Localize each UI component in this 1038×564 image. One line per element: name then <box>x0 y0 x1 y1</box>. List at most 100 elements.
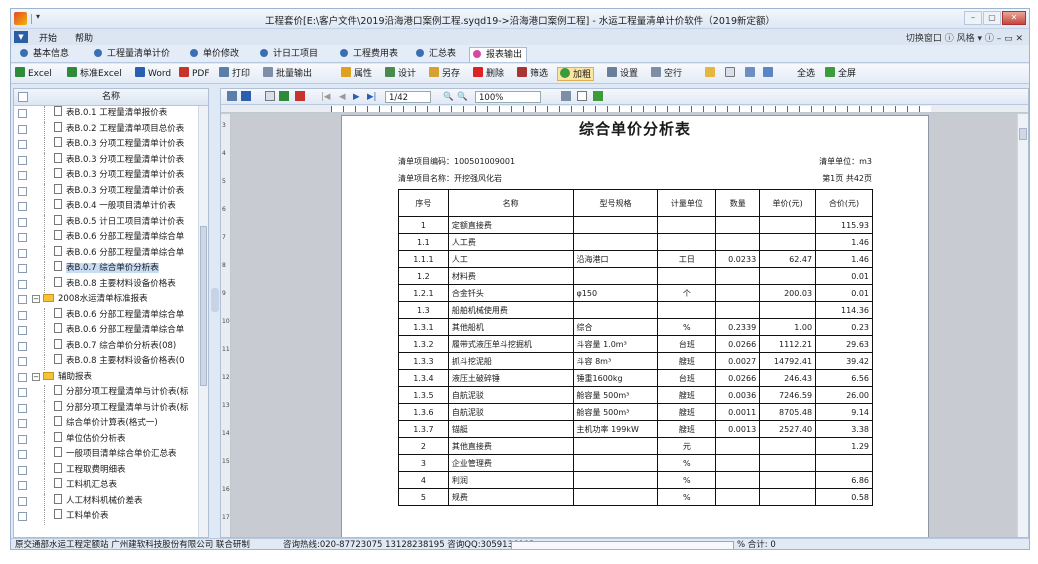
close-button[interactable]: ✕ <box>1002 11 1026 25</box>
bold-button[interactable]: 加粗 <box>557 67 595 81</box>
tree-item[interactable]: 表B.0.6 分部工程量清单综合单 <box>14 323 208 339</box>
item-checkbox[interactable] <box>18 465 27 475</box>
tree-item[interactable]: 表B.0.7 综合单价分析表 <box>14 261 208 277</box>
settings-button[interactable]: 设置 <box>607 67 638 81</box>
tab-cost-table[interactable]: 工程费用表 <box>337 47 402 62</box>
properties-button[interactable]: 属性 <box>341 67 372 81</box>
item-checkbox[interactable] <box>18 264 27 273</box>
tree-item[interactable]: 表B.0.6 分部工程量清单综合单 <box>14 230 208 246</box>
book-icon[interactable] <box>241 91 251 101</box>
window-options[interactable]: 切换窗口 ⓘ 风格 ▾ ⓘ – ▭ ✕ <box>906 31 1023 44</box>
item-checkbox[interactable] <box>18 171 27 180</box>
item-checkbox[interactable] <box>18 109 27 118</box>
preview-scrollbar[interactable] <box>1017 114 1028 537</box>
layout-icon[interactable] <box>561 91 571 101</box>
collapse-icon[interactable]: − <box>32 295 40 303</box>
delete-button[interactable]: 删除 <box>473 67 504 81</box>
tree-folder[interactable]: − 辅助报表 <box>14 370 208 386</box>
tab-basic-info[interactable]: 基本信息 <box>17 47 73 62</box>
item-checkbox[interactable] <box>18 155 27 165</box>
item-checkbox[interactable] <box>18 357 27 366</box>
tree-item[interactable]: 表B.0.3 分项工程量清单计价表 <box>14 183 208 200</box>
tree-item[interactable]: 表B.0.6 分部工程量清单综合单 <box>14 307 208 324</box>
scroll-thumb[interactable] <box>1019 128 1027 140</box>
tree-item[interactable]: 表B.0.3 分项工程量清单计价表 <box>14 152 208 169</box>
new-doc-icon[interactable] <box>725 67 738 81</box>
tree-item[interactable]: 表B.0.2 工程量清单项目总价表 <box>14 121 208 138</box>
batch-output-button[interactable]: 批量输出 <box>263 67 312 81</box>
item-checkbox[interactable] <box>18 217 27 227</box>
collapse-icon[interactable]: − <box>32 372 40 381</box>
item-checkbox[interactable] <box>18 388 27 397</box>
tab-report-output[interactable]: 报表输出 <box>469 47 528 62</box>
tree-item[interactable]: 工料机汇总表 <box>14 478 208 494</box>
zoom-in-icon[interactable]: 🔍 <box>443 91 454 103</box>
minimize-button[interactable]: – <box>964 11 982 25</box>
tree-item[interactable]: 工料单价表 <box>14 509 208 525</box>
item-checkbox[interactable] <box>18 295 27 304</box>
menu-start[interactable]: 开始 <box>39 31 57 44</box>
folder-icon[interactable] <box>705 67 718 81</box>
tree-item[interactable]: 表B.0.3 分项工程量清单计价表 <box>14 168 208 184</box>
item-checkbox[interactable] <box>18 186 27 196</box>
item-checkbox[interactable] <box>18 434 27 444</box>
fullscreen-button[interactable]: 全屏 <box>825 67 856 81</box>
item-checkbox[interactable] <box>18 419 27 428</box>
tab-bill-pricing[interactable]: 工程量清单计价 <box>91 47 174 62</box>
item-checkbox[interactable] <box>18 326 27 335</box>
item-checkbox[interactable] <box>18 496 27 506</box>
item-checkbox[interactable] <box>18 140 27 149</box>
export-pdf-button[interactable]: PDF <box>179 67 210 81</box>
export-word-button[interactable]: Word <box>135 67 171 81</box>
item-checkbox[interactable] <box>18 341 27 351</box>
excel-icon[interactable] <box>279 91 289 101</box>
tree-view-icon[interactable] <box>745 67 758 81</box>
page-number-input[interactable]: 1/42 <box>385 91 431 103</box>
tree-item[interactable]: 工程取费明细表 <box>14 462 208 479</box>
tree-item[interactable]: 表B.0.6 分部工程量清单综合单 <box>14 245 208 262</box>
first-page-icon[interactable]: |◀ <box>321 91 330 103</box>
export-std-excel-button[interactable]: 标准Excel <box>67 67 122 81</box>
filter-button[interactable]: 筛选 <box>517 67 548 81</box>
export-icon[interactable] <box>265 91 275 101</box>
item-checkbox[interactable] <box>18 310 27 320</box>
item-checkbox[interactable] <box>18 248 27 258</box>
tree-item[interactable]: 一般项目清单综合单价汇总表 <box>14 447 208 463</box>
item-checkbox[interactable] <box>18 279 27 289</box>
menu-help[interactable]: 帮助 <box>75 31 93 44</box>
tree-item[interactable]: 综合单价计算表(格式一) <box>14 416 208 432</box>
grid-view-icon[interactable] <box>593 91 603 101</box>
tab-daywork[interactable]: 计日工项目 <box>257 47 322 62</box>
print-button[interactable]: 打印 <box>219 67 250 81</box>
tree-item[interactable]: 表B.0.4 一般项目清单计价表 <box>14 199 208 215</box>
page-view-icon[interactable] <box>577 91 587 101</box>
tree-item[interactable]: 单位估价分析表 <box>14 431 208 448</box>
select-all-button[interactable]: 全选 <box>797 67 815 81</box>
save-as-button[interactable]: 另存 <box>429 67 460 81</box>
last-page-icon[interactable]: ▶| <box>367 91 376 103</box>
item-checkbox[interactable] <box>18 233 27 242</box>
blank-row-button[interactable]: 空行 <box>651 67 682 81</box>
item-checkbox[interactable] <box>18 403 27 413</box>
maximize-button[interactable]: ▢ <box>983 11 1001 25</box>
refresh-icon[interactable] <box>763 67 776 81</box>
item-checkbox[interactable] <box>18 202 27 211</box>
tree-item[interactable]: 分部分项工程量清单与计价表(标 <box>14 385 208 401</box>
tree-scrollbar[interactable] <box>198 106 208 537</box>
item-checkbox[interactable] <box>18 372 27 382</box>
panel-splitter[interactable] <box>210 88 220 538</box>
zoom-out-icon[interactable]: 🔍 <box>457 91 468 103</box>
export-excel-button[interactable]: Excel <box>15 67 52 81</box>
item-checkbox[interactable] <box>18 450 27 459</box>
tree-folder[interactable]: − 2008水运清单标准报表 <box>14 292 208 308</box>
splitter-grip[interactable] <box>211 288 219 312</box>
tree-item[interactable]: 分部分项工程量清单与计价表(标 <box>14 400 208 417</box>
tree-item[interactable]: 表B.0.5 计日工项目清单计价表 <box>14 214 208 231</box>
next-page-icon[interactable]: ▶ <box>353 91 360 103</box>
prev-page-icon[interactable]: ◀ <box>339 91 346 103</box>
tab-summary[interactable]: 汇总表 <box>413 47 460 62</box>
scroll-thumb[interactable] <box>200 226 207 386</box>
tree-item[interactable]: 人工材料机械价差表 <box>14 493 208 510</box>
select-all-checkbox[interactable] <box>18 92 28 102</box>
tree-item[interactable]: 表B.0.1 工程量清单报价表 <box>14 106 208 122</box>
